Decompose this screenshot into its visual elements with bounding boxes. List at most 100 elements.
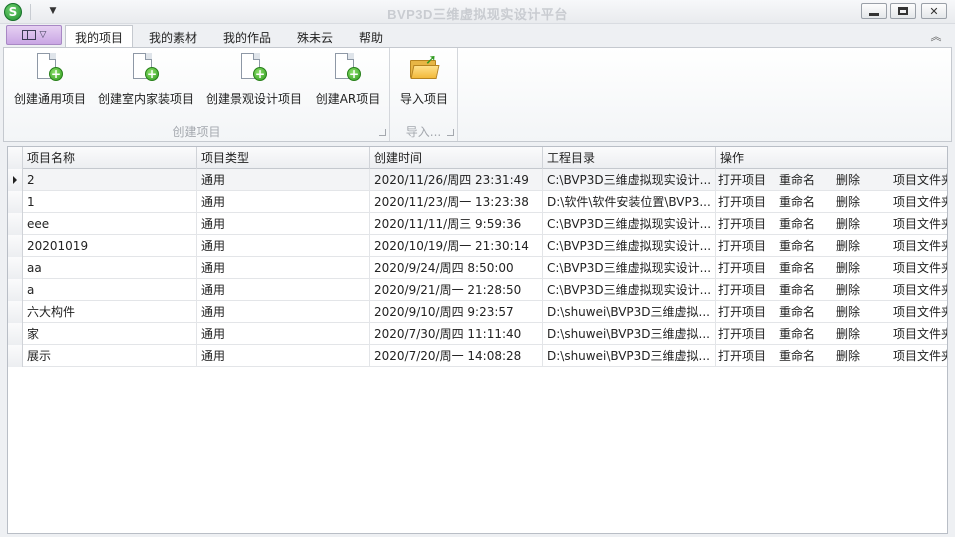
table-row[interactable]: 20201019 通用 2020/10/19/周一 21:30:14 C:\BVP3D… [8, 235, 947, 257]
rename-link[interactable]: 重命名 [779, 191, 815, 213]
close-button[interactable]: ✕ [921, 3, 947, 19]
cell-project-directory: D:\软件\软件安装位置\BVP3... [543, 191, 716, 213]
table-row[interactable]: 六大构件 通用 2020/9/10/周四 9:23:57 D:\shuwei\BVP3… [8, 301, 947, 323]
open-project-link[interactable]: 打开项目 [718, 169, 766, 191]
row-indicator-cell[interactable] [8, 279, 23, 301]
row-indicator-cell[interactable] [8, 301, 23, 323]
project-folder-link[interactable]: 项目文件夹 [893, 257, 947, 279]
cell-actions: 打开项目 重命名 删除 项目文件夹 [716, 345, 947, 367]
delete-link[interactable]: 删除 [836, 213, 860, 235]
project-folder-link[interactable]: 项目文件夹 [893, 345, 947, 367]
table-row[interactable]: 1 通用 2020/11/23/周一 13:23:38 D:\软件\软件安装位置\BV… [8, 191, 947, 213]
rename-link[interactable]: 重命名 [779, 213, 815, 235]
row-indicator-cell[interactable] [8, 235, 23, 257]
project-folder-link[interactable]: 项目文件夹 [893, 323, 947, 345]
open-project-link[interactable]: 打开项目 [718, 213, 766, 235]
cell-project-directory: C:\BVP3D三维虚拟现实设计... [543, 213, 716, 235]
project-folder-link[interactable]: 项目文件夹 [893, 279, 947, 301]
table-row[interactable]: 家通用 2020/7/30/周四 11:11:40 D:\shuwei\BVP3D三… [8, 323, 947, 345]
new-document-icon: + [34, 52, 66, 84]
tab-my-projects[interactable]: 我的项目 [65, 25, 133, 48]
group-launcher-icon[interactable] [447, 129, 454, 136]
create-interior-project-button[interactable]: + 创建室内家装项目 [96, 52, 196, 110]
table-row[interactable]: eee 通用 2020/11/11/周三 9:59:36 C:\BVP3D三维虚拟现实… [8, 213, 947, 235]
open-project-link[interactable]: 打开项目 [718, 191, 766, 213]
rename-link[interactable]: 重命名 [779, 169, 815, 191]
column-header-time[interactable]: 创建时间 [370, 147, 543, 169]
tab-my-materials[interactable]: 我的素材 [139, 26, 207, 48]
create-ar-project-button[interactable]: + 创建AR项目 [312, 52, 384, 110]
app-menu-icon [21, 30, 36, 40]
project-folder-link[interactable]: 项目文件夹 [893, 235, 947, 257]
open-project-link[interactable]: 打开项目 [718, 323, 766, 345]
rename-link[interactable]: 重命名 [779, 301, 815, 323]
column-header-actions[interactable]: 操作 [716, 147, 947, 169]
cell-project-type: 通用 [197, 301, 370, 323]
table-row[interactable]: 2 通用 2020/11/26/周四 23:31:49 C:\BVP3D三维虚拟现实设… [8, 169, 947, 191]
group-label-create: 创建项目 [172, 125, 221, 139]
delete-link[interactable]: 删除 [836, 257, 860, 279]
cell-created-time: 2020/9/24/周四 8:50:00 [370, 257, 543, 279]
ribbon-group-import: ➚ 导入项目 导入... [390, 48, 458, 141]
project-folder-link[interactable]: 项目文件夹 [893, 169, 947, 191]
cell-project-directory: D:\shuwei\BVP3D三维虚拟... [543, 301, 716, 323]
import-project-button[interactable]: ➚ 导入项目 [392, 52, 456, 110]
delete-link[interactable]: 删除 [836, 279, 860, 301]
open-project-link[interactable]: 打开项目 [718, 257, 766, 279]
create-landscape-project-button[interactable]: + 创建景观设计项目 [204, 52, 304, 110]
project-grid: 项目名称 项目类型 创建时间 工程目录 操作 2 通用 2020/11/26/周四 … [7, 146, 948, 534]
open-project-link[interactable]: 打开项目 [718, 279, 766, 301]
tab-shuwei-cloud[interactable]: 殊未云 [287, 26, 343, 48]
delete-link[interactable]: 删除 [836, 345, 860, 367]
cell-project-name: 2 [23, 169, 197, 191]
cell-project-directory: C:\BVP3D三维虚拟现实设计... [543, 235, 716, 257]
minimize-button[interactable] [861, 3, 887, 19]
project-folder-link[interactable]: 项目文件夹 [893, 213, 947, 235]
tab-my-works[interactable]: 我的作品 [213, 26, 281, 48]
maximize-button[interactable] [890, 3, 916, 19]
rename-link[interactable]: 重命名 [779, 279, 815, 301]
cell-actions: 打开项目 重命名 删除 项目文件夹 [716, 279, 947, 301]
group-launcher-icon[interactable] [379, 129, 386, 136]
row-indicator-cell[interactable] [8, 257, 23, 279]
row-indicator-cell[interactable] [8, 213, 23, 235]
row-indicator-cell[interactable] [8, 191, 23, 213]
cell-actions: 打开项目 重命名 删除 项目文件夹 [716, 235, 947, 257]
row-indicator-cell[interactable] [8, 169, 23, 191]
delete-link[interactable]: 删除 [836, 235, 860, 257]
cell-created-time: 2020/11/11/周三 9:59:36 [370, 213, 543, 235]
delete-link[interactable]: 删除 [836, 191, 860, 213]
column-header-name[interactable]: 项目名称 [23, 147, 197, 169]
open-project-link[interactable]: 打开项目 [718, 345, 766, 367]
ribbon-tab-strip: ▽ 我的项目 我的素材 我的作品 殊未云 帮助 ︽ [0, 24, 955, 48]
delete-link[interactable]: 删除 [836, 301, 860, 323]
open-folder-icon: ➚ [408, 52, 440, 84]
project-folder-link[interactable]: 项目文件夹 [893, 191, 947, 213]
table-row[interactable]: a 通用 2020/9/21/周一 21:28:50 C:\BVP3D三维虚拟现实设计… [8, 279, 947, 301]
column-header-type[interactable]: 项目类型 [197, 147, 370, 169]
cell-project-name: 20201019 [23, 235, 197, 257]
app-menu-button[interactable]: ▽ [6, 25, 62, 45]
create-general-project-button[interactable]: + 创建通用项目 [9, 52, 91, 110]
table-row[interactable]: aa 通用 2020/9/24/周四 8:50:00 C:\BVP3D三维虚拟现实设计… [8, 257, 947, 279]
cell-project-type: 通用 [197, 323, 370, 345]
ribbon-group-create-project: + 创建通用项目 + 创建室内家装项目 + 创建景观设计项目 + 创建AR项目 … [4, 48, 390, 141]
rename-link[interactable]: 重命名 [779, 235, 815, 257]
app-menu-arrow-icon: ▽ [39, 30, 47, 40]
maximize-icon [898, 7, 908, 15]
column-header-directory[interactable]: 工程目录 [543, 147, 716, 169]
cell-actions: 打开项目 重命名 删除 项目文件夹 [716, 257, 947, 279]
row-indicator-cell[interactable] [8, 323, 23, 345]
rename-link[interactable]: 重命名 [779, 323, 815, 345]
delete-link[interactable]: 删除 [836, 323, 860, 345]
row-indicator-cell[interactable] [8, 345, 23, 367]
delete-link[interactable]: 删除 [836, 169, 860, 191]
open-project-link[interactable]: 打开项目 [718, 235, 766, 257]
project-folder-link[interactable]: 项目文件夹 [893, 301, 947, 323]
table-row[interactable]: 展示 通用 2020/7/20/周一 14:08:28 D:\shuwei\BVP3D… [8, 345, 947, 367]
open-project-link[interactable]: 打开项目 [718, 301, 766, 323]
rename-link[interactable]: 重命名 [779, 345, 815, 367]
tab-help[interactable]: 帮助 [349, 26, 393, 48]
collapse-ribbon-icon[interactable]: ︽ [928, 28, 944, 44]
rename-link[interactable]: 重命名 [779, 257, 815, 279]
